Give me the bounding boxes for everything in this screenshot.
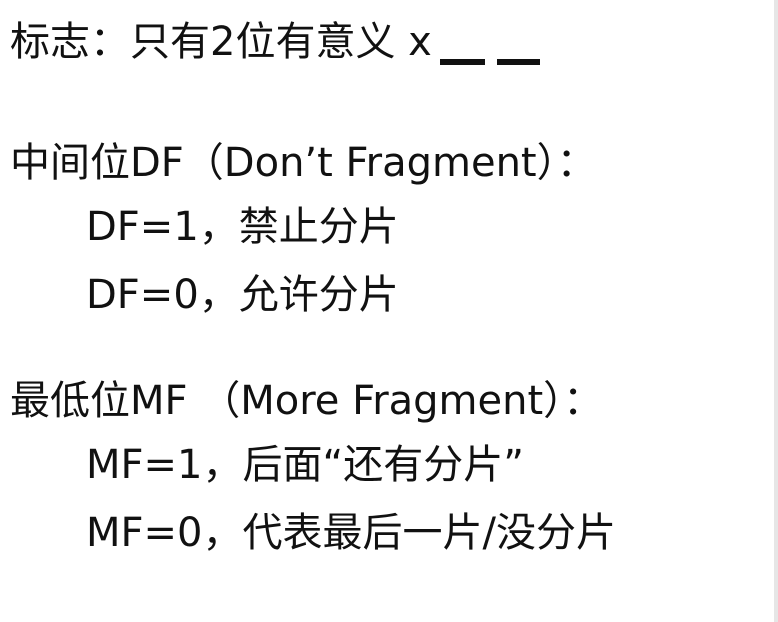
flags-heading: 标志：只有2位有意义 x <box>10 19 432 65</box>
mf-line-2: MF=0，代表最后一片/没分片 <box>86 510 616 556</box>
df-line-2: DF=0，允许分片 <box>86 272 399 318</box>
flags-heading-row: 标志：只有2位有意义 x <box>10 19 540 65</box>
df-title: 中间位DF（Don’t Fragment）： <box>10 140 597 186</box>
blank-underlines <box>439 59 540 65</box>
mf-line-1: MF=1，后面“还有分片” <box>86 442 524 488</box>
df-line-1: DF=1，禁止分片 <box>86 204 399 250</box>
right-edge-border <box>774 0 778 622</box>
mf-title: 最低位MF （More Fragment）： <box>10 378 604 424</box>
